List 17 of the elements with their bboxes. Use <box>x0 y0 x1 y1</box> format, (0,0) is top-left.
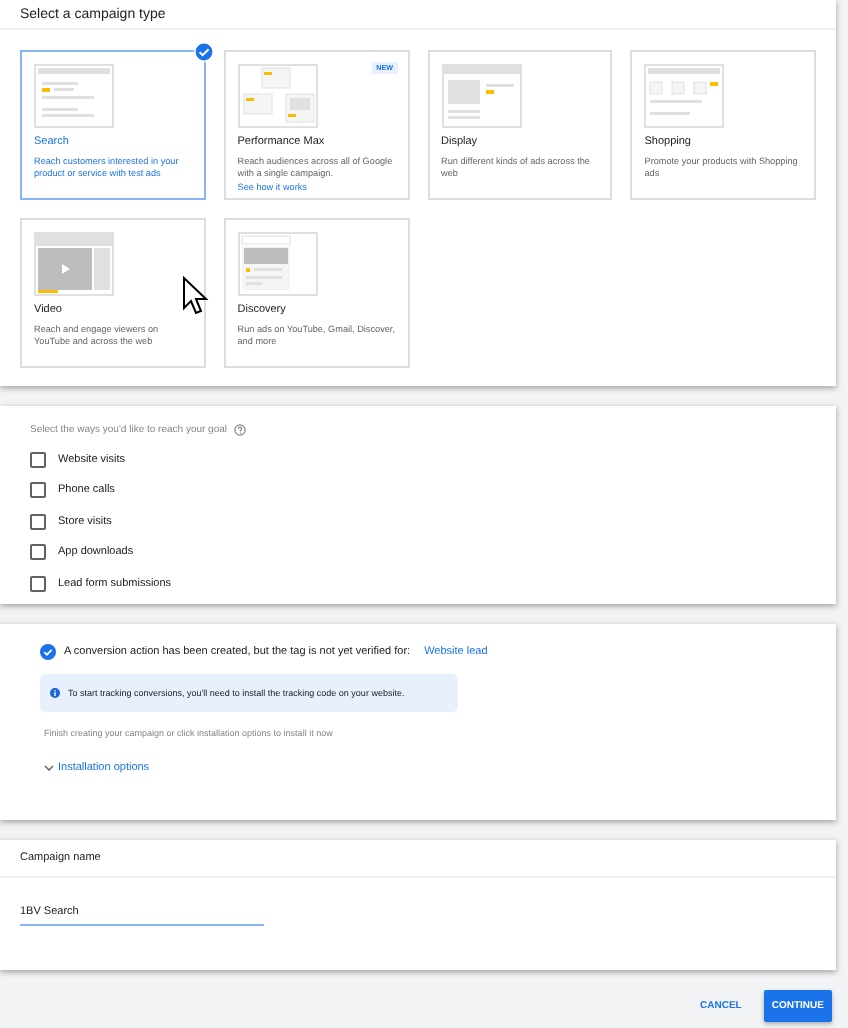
ad-preview-drawing <box>441 64 521 128</box>
mouse-pointer-icon <box>182 276 210 316</box>
chevron-down-icon <box>44 764 54 772</box>
checkbox[interactable] <box>30 451 46 467</box>
info-icon <box>50 688 60 698</box>
checkbox[interactable] <box>30 513 46 529</box>
checkbox[interactable] <box>30 575 46 591</box>
ad-preview-drawing <box>34 232 114 296</box>
checkbox[interactable] <box>30 482 46 498</box>
check-circle-icon <box>193 42 214 62</box>
ad-preview-drawing <box>34 64 114 128</box>
checkbox[interactable] <box>30 544 46 560</box>
ad-preview-drawing <box>237 232 318 296</box>
help-icon[interactable] <box>233 424 246 436</box>
check-circle-icon <box>40 644 56 660</box>
ad-preview-drawing <box>644 64 725 128</box>
ad-preview-drawing <box>237 64 318 128</box>
